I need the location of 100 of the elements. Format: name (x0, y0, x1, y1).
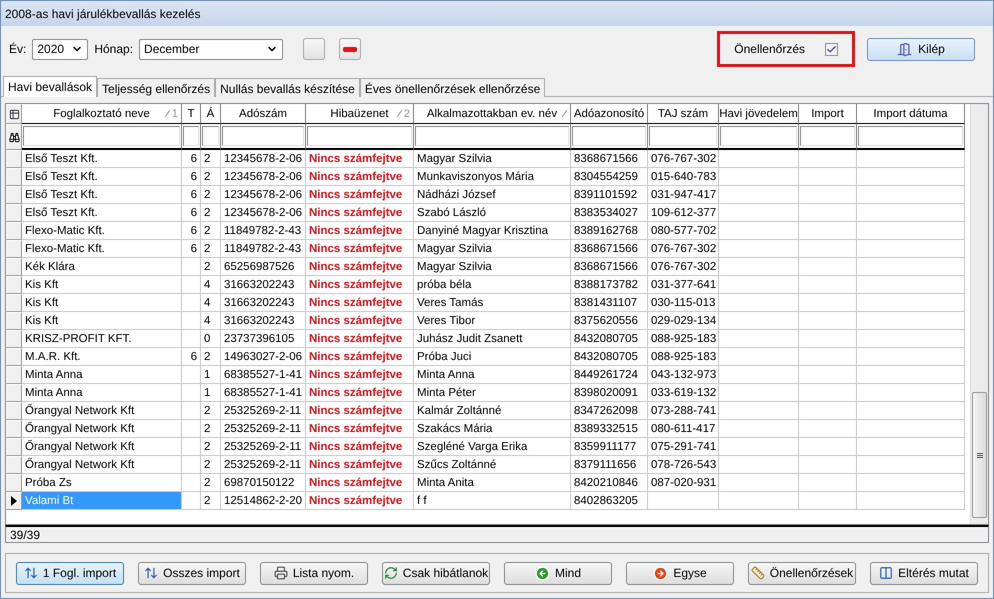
table-cell: 2 (201, 258, 221, 276)
table-cell: Őrangyal Network Kft (22, 438, 182, 456)
year-dropdown[interactable]: 2020 (32, 38, 88, 60)
action-button[interactable]: Lista nyom. (260, 562, 368, 584)
action-button[interactable]: Mind (504, 562, 612, 584)
column-header[interactable]: Á (201, 104, 221, 124)
table-cell: Valami Bt (22, 492, 182, 510)
table-cell: 8379111656 (571, 456, 648, 474)
filter-field[interactable] (649, 126, 717, 146)
table-cell: Danyiné Magyar Krisztina (414, 222, 571, 240)
table-cell: 8381431107 (571, 294, 648, 312)
window-title: 2008-as havi járulékbevallás kezelés (1, 1, 993, 26)
table-cell: 109-612-377 (648, 204, 719, 222)
table-cell: 2 (201, 204, 221, 222)
column-header[interactable]: Adóazonosító (571, 104, 648, 124)
table-cell: f f (414, 492, 571, 510)
column-header[interactable]: Adószám (221, 104, 306, 124)
table-cell: Nincs számfejtve (306, 330, 414, 348)
table-cell: Nincs számfejtve (306, 474, 414, 492)
column-header[interactable]: T (182, 104, 201, 124)
table-cell: 31663202243 (221, 294, 306, 312)
table-cell: 076-767-302 (648, 150, 719, 168)
exit-button[interactable]: Kilép (867, 38, 975, 60)
grid-settings-icon[interactable] (8, 108, 20, 120)
table-cell: 073-288-741 (648, 402, 719, 420)
table-cell: Flexo-Matic Kft. (22, 222, 182, 240)
table-cell: 2 (201, 492, 221, 510)
table-cell: Nincs számfejtve (306, 492, 414, 510)
action-button[interactable]: Csak hibátlanok (382, 562, 490, 584)
table-cell: 12345678-2-06 (221, 186, 306, 204)
table-cell: Nincs számfejtve (306, 456, 414, 474)
self-check-checkbox[interactable] (825, 42, 838, 56)
table-cell: 6 (182, 348, 201, 366)
column-header[interactable]: Havi jövedelem (719, 104, 799, 124)
blank-button[interactable] (303, 38, 326, 60)
filter-field[interactable] (222, 126, 304, 146)
table-cell: Kis Kft (22, 312, 182, 330)
column-header[interactable]: Hibaüzenet 2 (306, 104, 414, 124)
table-cell: Első Teszt Kft. (22, 168, 182, 186)
table-cell: Minta Anna (22, 366, 182, 384)
table-cell: 4 (201, 276, 221, 294)
current-row-icon (11, 496, 17, 506)
binoculars-icon (8, 132, 20, 142)
filter-field[interactable] (23, 126, 180, 146)
table-cell: Őrangyal Network Kft (22, 402, 182, 420)
table-cell: Nincs számfejtve (306, 366, 414, 384)
table-cell: 080-577-702 (648, 222, 719, 240)
table-cell: próba béla (414, 276, 571, 294)
table-cell: 68385527-1-41 (221, 366, 306, 384)
table-cell: 6 (182, 168, 201, 186)
column-header[interactable]: Foglalkoztató neve 1 (22, 104, 182, 124)
tab[interactable]: Éves önellenőrzések ellenőrzése (360, 78, 546, 97)
table-cell: 12345678-2-06 (221, 168, 306, 186)
table-cell: Minta Anna (22, 384, 182, 402)
table-cell: Nincs számfejtve (306, 222, 414, 240)
table-cell: Nincs számfejtve (306, 438, 414, 456)
sort-order: 2 (404, 108, 410, 120)
scrollbar[interactable] (970, 104, 988, 524)
action-button[interactable]: Eltérés mutat (870, 562, 978, 584)
filter-field[interactable] (572, 126, 646, 146)
table-cell: Magyar Szilvia (414, 150, 571, 168)
table-cell: 8368671566 (571, 240, 648, 258)
filter-field[interactable] (858, 126, 963, 146)
year-label: Év: (9, 42, 26, 56)
filter-field[interactable] (415, 126, 569, 146)
action-button[interactable]: Egyse (626, 562, 734, 584)
row-selector[interactable] (6, 492, 22, 510)
filter-field[interactable] (800, 126, 855, 146)
table-cell: 2 (201, 474, 221, 492)
tab[interactable]: Teljesség ellenőrzés (97, 78, 216, 97)
door-icon (897, 42, 912, 56)
table-cell: Nincs számfejtve (306, 204, 414, 222)
tab[interactable]: Havi bevallások (3, 76, 98, 97)
sort-order: 1 (172, 108, 178, 120)
table-cell: Kék Klára (22, 258, 182, 276)
table-cell: 8359911177 (571, 438, 648, 456)
column-header[interactable]: Import (799, 104, 857, 124)
action-button[interactable]: Osszes import (138, 562, 246, 584)
table-cell: 2 (201, 240, 221, 258)
column-header[interactable]: Import dátuma (857, 104, 965, 124)
table-cell: 088-925-183 (648, 348, 719, 366)
table-cell: Nincs számfejtve (306, 150, 414, 168)
minus-button[interactable] (339, 38, 362, 60)
month-label: Hónap: (94, 42, 134, 56)
filter-field[interactable] (183, 126, 199, 146)
tab[interactable]: Nullás bevallás készítése (215, 78, 360, 97)
table-cell: 2 (201, 456, 221, 474)
month-dropdown[interactable]: December (139, 38, 284, 60)
column-header[interactable]: TAJ szám (648, 104, 719, 124)
table-cell: Kis Kft (22, 276, 182, 294)
action-button[interactable]: 1 Fogl. import (16, 562, 124, 584)
action-button[interactable]: Önellenőrzések (748, 562, 856, 584)
filter-field[interactable] (202, 126, 219, 146)
column-header[interactable]: Alkalmazottakban ev. név (414, 104, 571, 124)
filter-field[interactable] (307, 126, 412, 146)
table-cell: 0 (201, 330, 221, 348)
table-cell: 2 (201, 222, 221, 240)
filter-field[interactable] (720, 126, 797, 146)
table-cell: 4 (201, 312, 221, 330)
table-cell: 8402863205 (571, 492, 648, 510)
